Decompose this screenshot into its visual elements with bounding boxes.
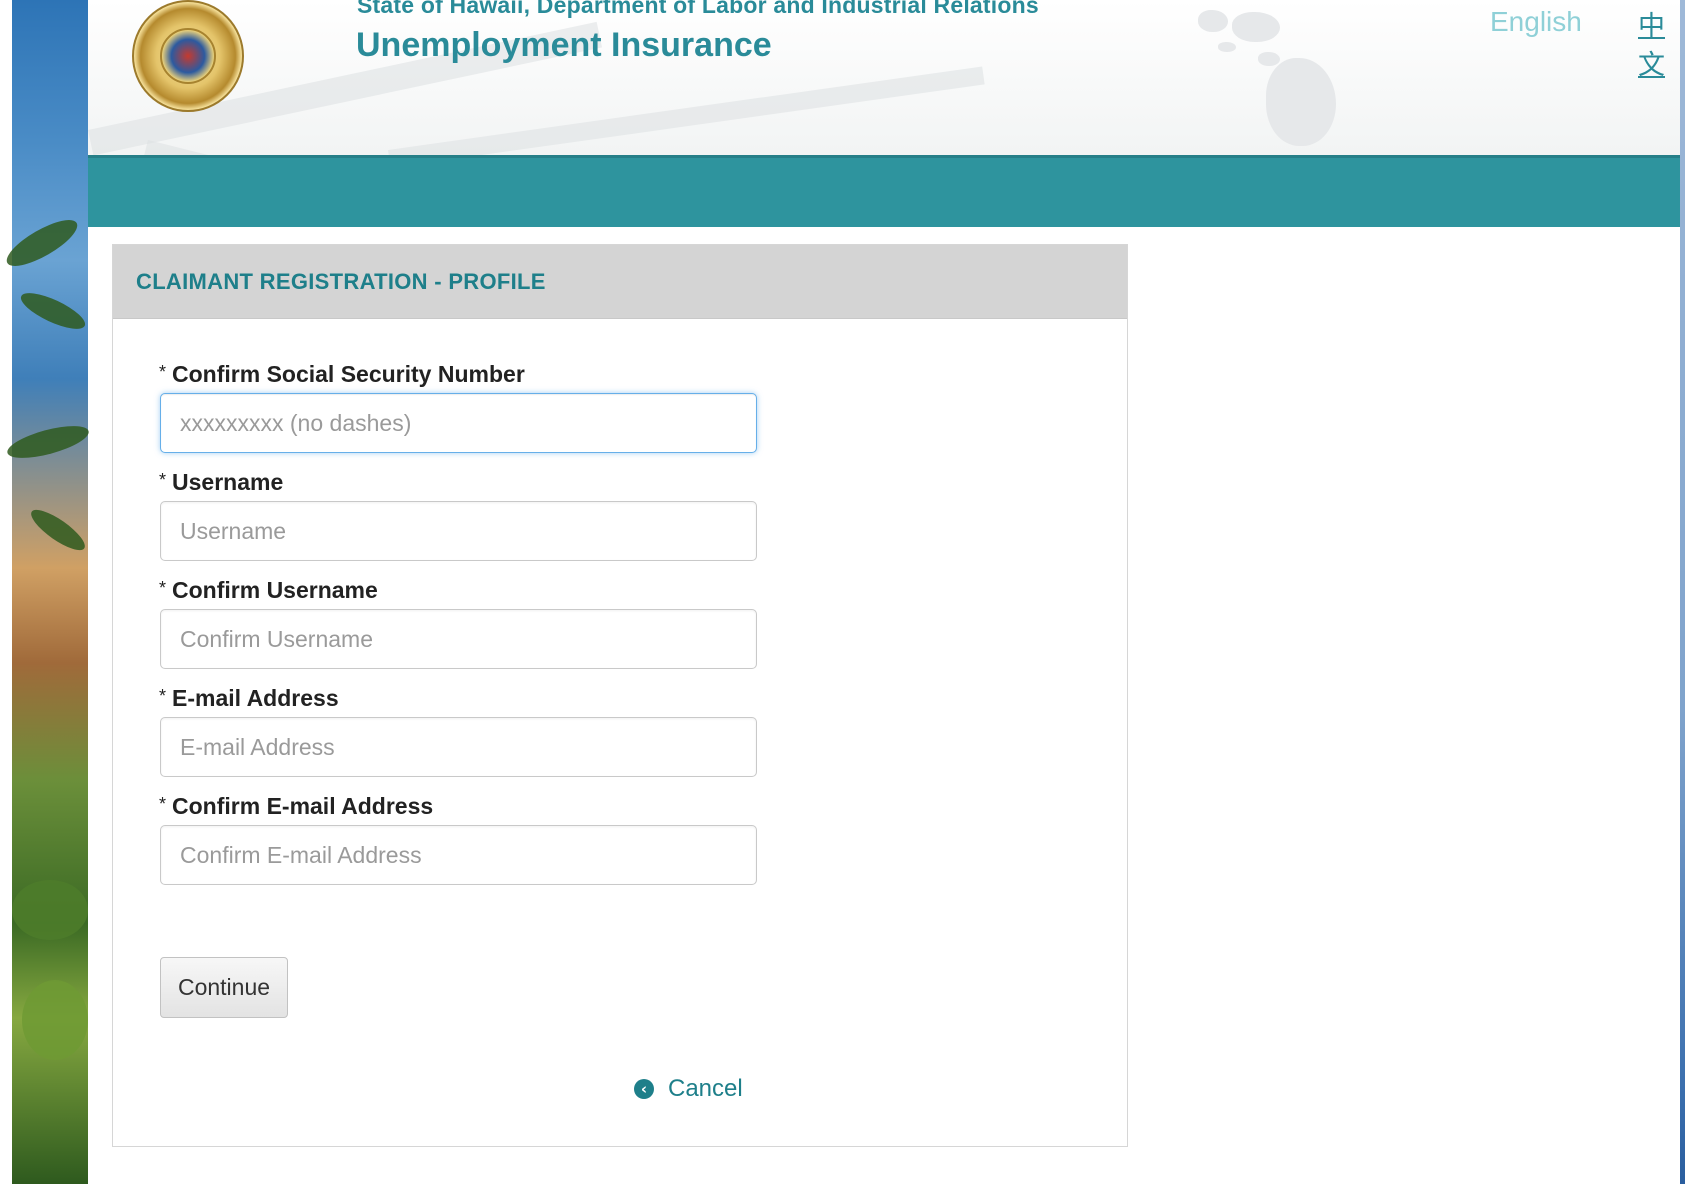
confirm-email-label: * Confirm E-mail Address: [159, 793, 434, 819]
required-marker: *: [159, 794, 167, 814]
email-label: * E-mail Address: [159, 685, 339, 711]
cancel-label: Cancel: [668, 1075, 743, 1102]
navigation-bar: [88, 155, 1680, 227]
username-input[interactable]: [160, 501, 757, 561]
site-header: State of Hawaii, Department of Labor and…: [88, 0, 1680, 155]
email-input[interactable]: [160, 717, 757, 777]
confirm-email-input[interactable]: [160, 825, 757, 885]
required-marker: *: [159, 578, 167, 598]
confirm-ssn-input[interactable]: [160, 393, 757, 453]
required-marker: *: [159, 686, 167, 706]
page-left-margin: [0, 0, 12, 1184]
cancel-link[interactable]: ‹ Cancel: [634, 1075, 743, 1103]
username-label: * Username: [159, 469, 284, 495]
continue-button[interactable]: Continue: [160, 957, 288, 1018]
window-right-edge: [1680, 0, 1685, 1184]
panel-header: CLAIMANT REGISTRATION - PROFILE: [113, 245, 1127, 319]
panel-title: CLAIMANT REGISTRATION - PROFILE: [136, 268, 546, 294]
agency-name: State of Hawaii, Department of Labor and…: [357, 0, 1039, 18]
required-marker: *: [159, 362, 167, 382]
product-title: Unemployment Insurance: [356, 26, 772, 64]
confirm-username-label: * Confirm Username: [159, 577, 378, 603]
circle-arrow-left-icon: ‹: [634, 1079, 654, 1099]
ssn-label: * Confirm Social Security Number: [159, 361, 525, 387]
required-marker: *: [159, 470, 167, 490]
confirm-username-input[interactable]: [160, 609, 757, 669]
language-link-english[interactable]: English: [1490, 6, 1582, 38]
language-link-chinese[interactable]: 中文: [1638, 4, 1680, 82]
state-seal-icon: [132, 0, 244, 112]
registration-panel: CLAIMANT REGISTRATION - PROFILE * Confirm…: [112, 244, 1128, 1147]
tropical-background-image: [0, 0, 92, 1184]
